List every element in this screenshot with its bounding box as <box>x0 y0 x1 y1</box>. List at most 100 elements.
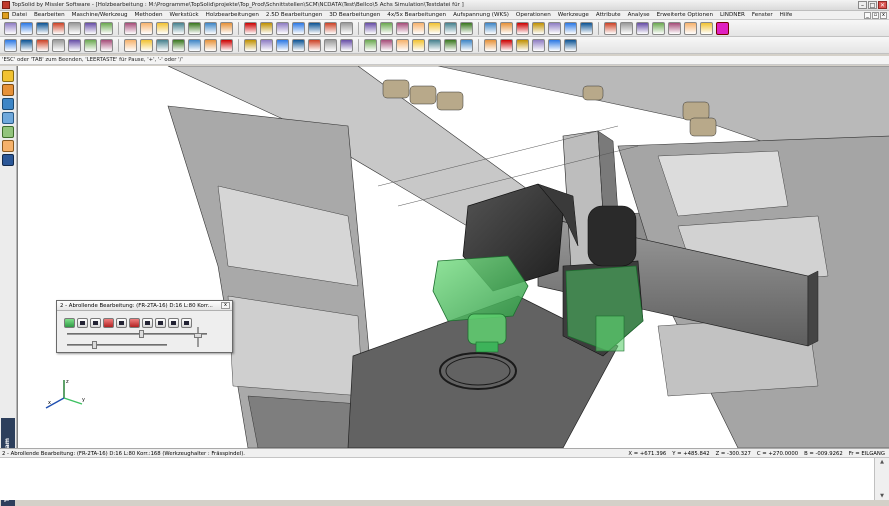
menu-item[interactable]: Methoden <box>135 12 163 18</box>
menu-item[interactable]: 3D Bearbeitungen <box>329 12 380 18</box>
main-tool-icon[interactable] <box>156 22 169 35</box>
machining-tool-icon[interactable] <box>396 39 409 52</box>
main-tool-icon[interactable] <box>604 22 617 35</box>
main-tool-icon[interactable] <box>364 22 377 35</box>
main-tool-icon[interactable] <box>220 22 233 35</box>
maximize-button[interactable]: □ <box>868 1 877 9</box>
stop-icon[interactable] <box>103 318 114 328</box>
main-tool-icon[interactable] <box>652 22 665 35</box>
main-tool-icon[interactable] <box>204 22 217 35</box>
machining-tool-icon[interactable] <box>140 39 153 52</box>
close-button[interactable]: ✕ <box>878 1 887 9</box>
progress-slider[interactable] <box>67 341 167 349</box>
main-tool-icon[interactable] <box>380 22 393 35</box>
pencil-icon[interactable] <box>2 70 14 82</box>
child-minimize-button[interactable]: _ <box>864 12 871 19</box>
list-icon[interactable] <box>2 154 14 166</box>
main-tool-icon[interactable] <box>140 22 153 35</box>
step-forward-icon[interactable] <box>142 318 153 328</box>
main-tool-icon[interactable] <box>668 22 681 35</box>
machining-tool-icon[interactable] <box>84 39 97 52</box>
main-tool-icon[interactable] <box>276 22 289 35</box>
speed-slider[interactable] <box>194 327 202 347</box>
scroll-up-icon[interactable]: ▲ <box>878 459 886 465</box>
machining-tool-icon[interactable] <box>124 39 137 52</box>
loop-icon[interactable] <box>181 318 192 328</box>
machining-tool-icon[interactable] <box>276 39 289 52</box>
assembly-icon[interactable] <box>2 112 14 124</box>
menu-item[interactable]: LINDNER <box>720 12 745 18</box>
dialog-close-button[interactable]: x <box>221 302 230 309</box>
machining-tool-icon[interactable] <box>52 39 65 52</box>
main-tool-icon[interactable] <box>580 22 593 35</box>
main-tool-icon[interactable] <box>52 22 65 35</box>
menu-item[interactable]: Werkzeuge <box>558 12 589 18</box>
play-icon[interactable] <box>116 318 127 328</box>
main-tool-icon[interactable] <box>260 22 273 35</box>
machining-tool-icon[interactable] <box>4 39 17 52</box>
machining-tool-icon[interactable] <box>188 39 201 52</box>
menu-item[interactable]: Werkstück <box>170 12 199 18</box>
machining-tool-icon[interactable] <box>484 39 497 52</box>
speed-slider-knob[interactable] <box>194 333 202 338</box>
menu-item[interactable]: Datei <box>12 12 27 18</box>
machining-tool-icon[interactable] <box>500 39 513 52</box>
menu-item[interactable]: Erweiterte Optionen <box>657 12 713 18</box>
machining-tool-icon[interactable] <box>156 39 169 52</box>
scroll-down-icon[interactable]: ▼ <box>878 493 886 499</box>
menu-item[interactable]: Operationen <box>516 12 551 18</box>
machining-tool-icon[interactable] <box>428 39 441 52</box>
menu-item[interactable]: 2.5D Bearbeitungen <box>266 12 322 18</box>
machining-tool-icon[interactable] <box>204 39 217 52</box>
shape-icon[interactable] <box>2 98 14 110</box>
machining-tool-icon[interactable] <box>20 39 33 52</box>
main-tool-icon[interactable] <box>244 22 257 35</box>
machining-tool-icon[interactable] <box>380 39 393 52</box>
machining-tool-icon[interactable] <box>68 39 81 52</box>
main-tool-icon[interactable] <box>500 22 513 35</box>
menu-item[interactable]: Fenster <box>752 12 773 18</box>
main-tool-icon[interactable] <box>396 22 409 35</box>
command-history[interactable] <box>0 458 875 500</box>
machining-tool-icon[interactable] <box>292 39 305 52</box>
main-tool-icon[interactable] <box>68 22 81 35</box>
machining-tool-icon[interactable] <box>460 39 473 52</box>
main-tool-icon[interactable] <box>444 22 457 35</box>
main-tool-icon[interactable] <box>292 22 305 35</box>
main-tool-icon[interactable] <box>428 22 441 35</box>
tool-icon[interactable] <box>2 140 14 152</box>
step-back-icon[interactable] <box>90 318 101 328</box>
main-tool-icon[interactable] <box>620 22 633 35</box>
menu-item[interactable]: Attribute <box>596 12 621 18</box>
main-tool-icon[interactable] <box>460 22 473 35</box>
main-tool-icon[interactable] <box>636 22 649 35</box>
machining-tool-icon[interactable] <box>532 39 545 52</box>
machining-tool-icon[interactable] <box>100 39 113 52</box>
main-tool-icon[interactable] <box>84 22 97 35</box>
machining-tool-icon[interactable] <box>548 39 561 52</box>
main-tool-icon[interactable] <box>124 22 137 35</box>
fast-forward-icon[interactable] <box>155 318 166 328</box>
main-tool-icon[interactable] <box>564 22 577 35</box>
skip-end-icon[interactable] <box>168 318 179 328</box>
machining-tool-icon[interactable] <box>412 39 425 52</box>
machining-tool-icon[interactable] <box>244 39 257 52</box>
skip-start-icon[interactable] <box>77 318 88 328</box>
main-tool-icon[interactable] <box>324 22 337 35</box>
main-tool-icon[interactable] <box>100 22 113 35</box>
3d-viewport[interactable]: z x y <box>17 66 889 448</box>
main-tool-icon[interactable] <box>532 22 545 35</box>
machining-tool-icon[interactable] <box>172 39 185 52</box>
machining-tool-icon[interactable] <box>308 39 321 52</box>
child-close-button[interactable]: x <box>880 12 887 19</box>
main-tool-icon[interactable] <box>340 22 353 35</box>
command-scrollbar[interactable]: ▲ ▼ <box>875 458 889 500</box>
main-tool-icon[interactable] <box>4 22 17 35</box>
main-tool-icon[interactable] <box>20 22 33 35</box>
menu-item[interactable]: Bearbeiten <box>34 12 65 18</box>
menu-item[interactable]: Analyse <box>628 12 650 18</box>
machining-tool-icon[interactable] <box>516 39 529 52</box>
position-slider[interactable] <box>67 330 207 338</box>
position-slider-knob[interactable] <box>139 330 144 338</box>
machining-tool-icon[interactable] <box>36 39 49 52</box>
